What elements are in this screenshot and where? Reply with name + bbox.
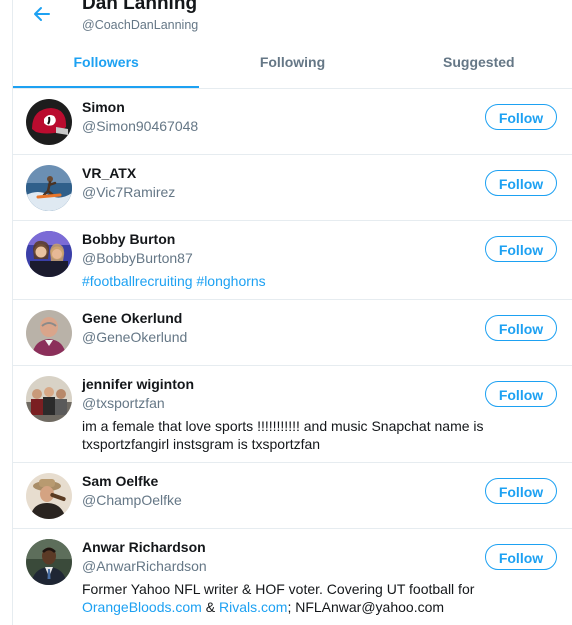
group-photo-avatar xyxy=(26,376,72,422)
user-row-jennifer-wiginton[interactable]: jennifer wiginton @txsportzfan im a fema… xyxy=(13,366,572,463)
profile-handle: @CoachDanLanning xyxy=(82,18,199,32)
follow-button[interactable]: Follow xyxy=(485,544,557,570)
tab-suggested[interactable]: Suggested xyxy=(386,44,572,88)
man-suit-avatar xyxy=(26,539,72,585)
profile-header: Dan Lanning @CoachDanLanning xyxy=(13,0,572,44)
tab-following[interactable]: Following xyxy=(199,44,385,88)
bio-text: & xyxy=(201,599,219,615)
man-portrait-avatar xyxy=(26,310,72,356)
user-row-sam-oelfke[interactable]: Sam Oelfke @ChampOelfke Follow xyxy=(13,463,572,529)
arrow-left-icon[interactable] xyxy=(31,3,53,25)
tab-bar: Followers Following Suggested xyxy=(13,44,572,89)
follow-button[interactable]: Follow xyxy=(485,170,557,196)
user-name[interactable]: Anwar Richardson xyxy=(82,539,206,555)
follow-button[interactable]: Follow xyxy=(485,104,557,130)
man-hat-avatar xyxy=(26,473,72,519)
user-row-vr-atx[interactable]: VR_ATX @Vic7Ramirez Follow xyxy=(13,155,572,221)
user-bio: Former Yahoo NFL writer & HOF voter. Cov… xyxy=(82,580,492,616)
user-name[interactable]: Gene Okerlund xyxy=(82,310,182,326)
user-row-bobby-burton[interactable]: Bobby Burton @BobbyBurton87 #footballrec… xyxy=(13,221,572,300)
georgia-helmet-avatar xyxy=(26,99,72,145)
follow-button[interactable]: Follow xyxy=(485,236,557,262)
hashtag-link[interactable]: #footballrecruiting xyxy=(82,273,193,289)
user-row-anwar-richardson[interactable]: Anwar Richardson @AnwarRichardson Former… xyxy=(13,529,572,625)
follow-button[interactable]: Follow xyxy=(485,478,557,504)
user-bio: #footballrecruiting #longhorns xyxy=(82,272,492,290)
follow-button[interactable]: Follow xyxy=(485,381,557,407)
couple-photo-avatar xyxy=(26,231,72,277)
followers-page: Dan Lanning @CoachDanLanning Followers F… xyxy=(0,0,572,625)
user-row-gene-okerlund[interactable]: Gene Okerlund @GeneOkerlund Follow xyxy=(13,300,572,366)
user-name[interactable]: Simon xyxy=(82,99,125,115)
user-handle: @AnwarRichardson xyxy=(82,558,207,574)
tab-followers[interactable]: Followers xyxy=(13,44,200,88)
hashtag-link[interactable]: #longhorns xyxy=(196,273,265,289)
user-name[interactable]: Sam Oelfke xyxy=(82,473,158,489)
user-handle: @GeneOkerlund xyxy=(82,329,188,345)
user-handle: @Simon90467048 xyxy=(82,118,199,134)
user-name[interactable]: Bobby Burton xyxy=(82,231,175,247)
follow-button[interactable]: Follow xyxy=(485,315,557,341)
user-handle: @BobbyBurton87 xyxy=(82,250,193,266)
profile-name: Dan Lanning xyxy=(82,0,198,14)
bio-link[interactable]: OrangeBloods.com xyxy=(82,599,202,615)
user-row-simon[interactable]: Simon @Simon90467048 Follow xyxy=(13,89,572,155)
user-name[interactable]: jennifer wiginton xyxy=(82,376,194,392)
bio-link[interactable]: Rivals.com xyxy=(219,599,287,615)
user-handle: @txsportzfan xyxy=(82,395,165,411)
user-name[interactable]: VR_ATX xyxy=(82,165,136,181)
surfer-avatar xyxy=(26,165,72,211)
bio-text: Former Yahoo NFL writer & HOF voter. Cov… xyxy=(82,581,475,597)
bio-text: ; NFLAnwar@yahoo.com xyxy=(287,599,445,615)
user-bio: im a female that love sports !!!!!!!!!!!… xyxy=(82,418,484,452)
user-handle: @Vic7Ramirez xyxy=(82,184,176,200)
followers-list: Simon @Simon90467048 Follow VR_ATX @Vic7… xyxy=(13,89,572,625)
user-handle: @ChampOelfke xyxy=(82,492,182,508)
